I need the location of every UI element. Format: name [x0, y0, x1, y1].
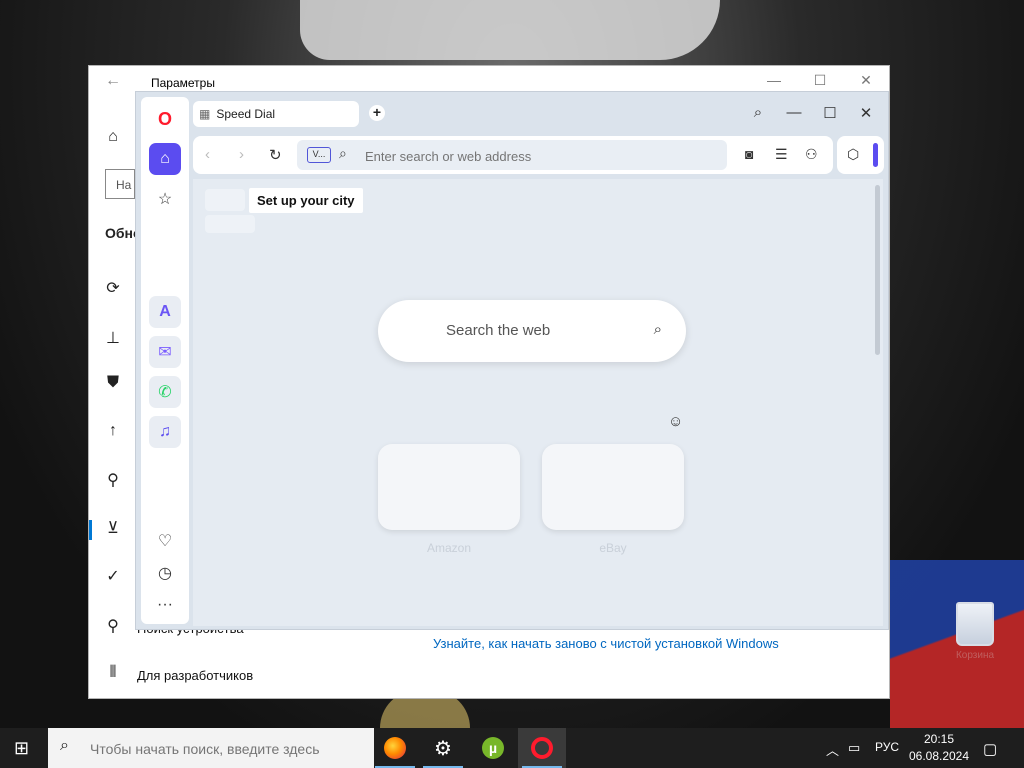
home-icon[interactable]: ⌂ [149, 143, 181, 175]
settings-search-input[interactable]: На [105, 169, 135, 199]
history-icon[interactable]: ◷ [149, 557, 181, 589]
recycle-bin-label: Корзина [955, 650, 995, 661]
extensions-area: ⬡ [837, 136, 884, 174]
camera-icon[interactable]: ◙ [745, 146, 753, 162]
account-icon[interactable]: ⚇ [805, 146, 818, 163]
address-bar[interactable]: V... ⌕ [297, 140, 727, 170]
maximize-button[interactable]: ☐ [819, 104, 841, 122]
aria-glyph: A [159, 303, 171, 320]
back-arrow-icon[interactable]: ← [105, 72, 121, 90]
recycle-bin[interactable]: Корзина [950, 602, 1000, 661]
sync-icon[interactable]: ⟳ [89, 278, 137, 298]
messenger-icon[interactable]: ✉ [149, 336, 181, 368]
minimize-button[interactable]: — [759, 72, 789, 88]
vpn-badge[interactable]: V... [307, 147, 331, 163]
music-player-icon[interactable]: ♫ [149, 416, 181, 448]
tab-speed-dial[interactable]: ▦ Speed Dial [193, 101, 359, 127]
back-icon[interactable]: ‹ [205, 146, 210, 163]
opera-sidebar: O ⌂ ☆ A ✉ ✆ ♫ ♡ ◷ ··· [141, 97, 189, 624]
sidebar-accent-bar [873, 143, 878, 167]
reinstall-link[interactable]: Узнайте, как начать заново с чистой уста… [433, 636, 779, 651]
close-button[interactable]: ✕ [855, 104, 877, 122]
person-icon[interactable]: ⚲ [89, 616, 137, 636]
notification-icon[interactable]: ▢ [983, 740, 997, 758]
aria-icon[interactable]: A [149, 296, 181, 328]
firefox-taskbar-button[interactable] [371, 728, 419, 768]
extensions-icon[interactable]: ⬡ [847, 146, 859, 163]
developer-icon[interactable]: ⫴ [89, 664, 137, 682]
page-scrollbar[interactable] [875, 185, 880, 355]
speed-dial-tile[interactable] [378, 444, 520, 530]
easy-setup-icon[interactable]: ☰ [775, 146, 788, 163]
minimize-button[interactable]: — [783, 104, 805, 121]
gear-icon: ⚙ [434, 737, 452, 760]
search-web-placeholder: Search the web [446, 322, 551, 339]
firefox-icon [384, 737, 406, 759]
heart-icon[interactable]: ♡ [149, 525, 181, 557]
utorrent-taskbar-button[interactable]: µ [469, 728, 517, 768]
close-button[interactable]: ✕ [851, 72, 881, 89]
weather-placeholder [205, 215, 255, 233]
clock-time: 20:15 [923, 732, 955, 746]
language-indicator[interactable]: РУС [875, 740, 899, 754]
tile-label: Amazon [426, 541, 472, 555]
search-icon: ⌕ [653, 321, 662, 338]
taskbar-search[interactable]: ⌕ [48, 728, 374, 768]
opera-window[interactable]: O ⌂ ☆ A ✉ ✆ ♫ ♡ ◷ ··· ▦ Speed Dial + ⌕ —… [135, 91, 889, 630]
developers-label[interactable]: Для разработчиков [137, 668, 253, 683]
forward-icon[interactable]: › [239, 146, 244, 163]
wallpaper-shape [300, 0, 720, 60]
windows-start-icon[interactable]: ⊞ [14, 738, 29, 759]
wrench-icon[interactable]: ⚲ [89, 470, 137, 490]
shield-icon[interactable]: ⛊ [89, 374, 137, 392]
clock-date: 06.08.2024 [908, 749, 970, 763]
network-icon[interactable]: ▭ [848, 740, 860, 756]
settings-taskbar-button[interactable]: ⚙ [419, 728, 467, 768]
weather-placeholder [205, 189, 245, 211]
taskbar: ⊞ ⌕ ⚙ µ ︿ ▭ РУС 20:15 06.08.2024 ▢ [0, 728, 1024, 768]
maximize-button[interactable]: ☐ [805, 72, 835, 89]
system-clock[interactable]: 20:15 06.08.2024 [904, 731, 974, 765]
set-city-tooltip[interactable]: Set up your city [249, 188, 363, 213]
more-icon[interactable]: ··· [149, 589, 181, 621]
recovery-icon[interactable]: ⊻ [89, 518, 137, 540]
address-input[interactable] [363, 146, 707, 166]
search-icon: ⌕ [60, 737, 69, 754]
utorrent-icon: µ [482, 737, 504, 759]
star-icon[interactable]: ☆ [149, 183, 181, 215]
tab-search-icon[interactable]: ⌕ [747, 104, 769, 121]
web-search-box[interactable]: Search the web ⌕ [378, 300, 686, 362]
tile-label: eBay [599, 541, 627, 555]
check-icon[interactable]: ✓ [89, 566, 137, 586]
smiley-icon[interactable]: ☺ [668, 413, 683, 430]
upload-icon[interactable]: ↑ [89, 422, 137, 440]
tab-label: Speed Dial [216, 107, 276, 121]
taskbar-search-input[interactable] [88, 738, 372, 760]
speed-dial-page: Set up your city Search the web ⌕ ☺ Amaz… [193, 179, 883, 626]
recycle-bin-icon [956, 602, 994, 646]
settings-title: Параметры [151, 76, 215, 90]
chevron-up-icon[interactable]: ︿ [826, 740, 839, 759]
whatsapp-icon[interactable]: ✆ [149, 376, 181, 408]
search-icon: ⌕ [339, 145, 347, 161]
home-icon[interactable]: ⌂ [89, 128, 137, 146]
new-tab-button[interactable]: + [369, 105, 385, 121]
opera-taskbar-button[interactable] [518, 728, 566, 768]
backup-icon[interactable]: ⊥ [89, 328, 137, 348]
opera-icon [531, 737, 553, 759]
opera-logo-icon[interactable]: O [149, 103, 181, 135]
speed-dial-icon: ▦ [199, 107, 211, 121]
browser-toolbar: ‹ › ↻ V... ⌕ ◙ ☰ ⚇ [193, 136, 833, 174]
reload-icon[interactable]: ↻ [269, 146, 282, 164]
speed-dial-tile[interactable] [542, 444, 684, 530]
